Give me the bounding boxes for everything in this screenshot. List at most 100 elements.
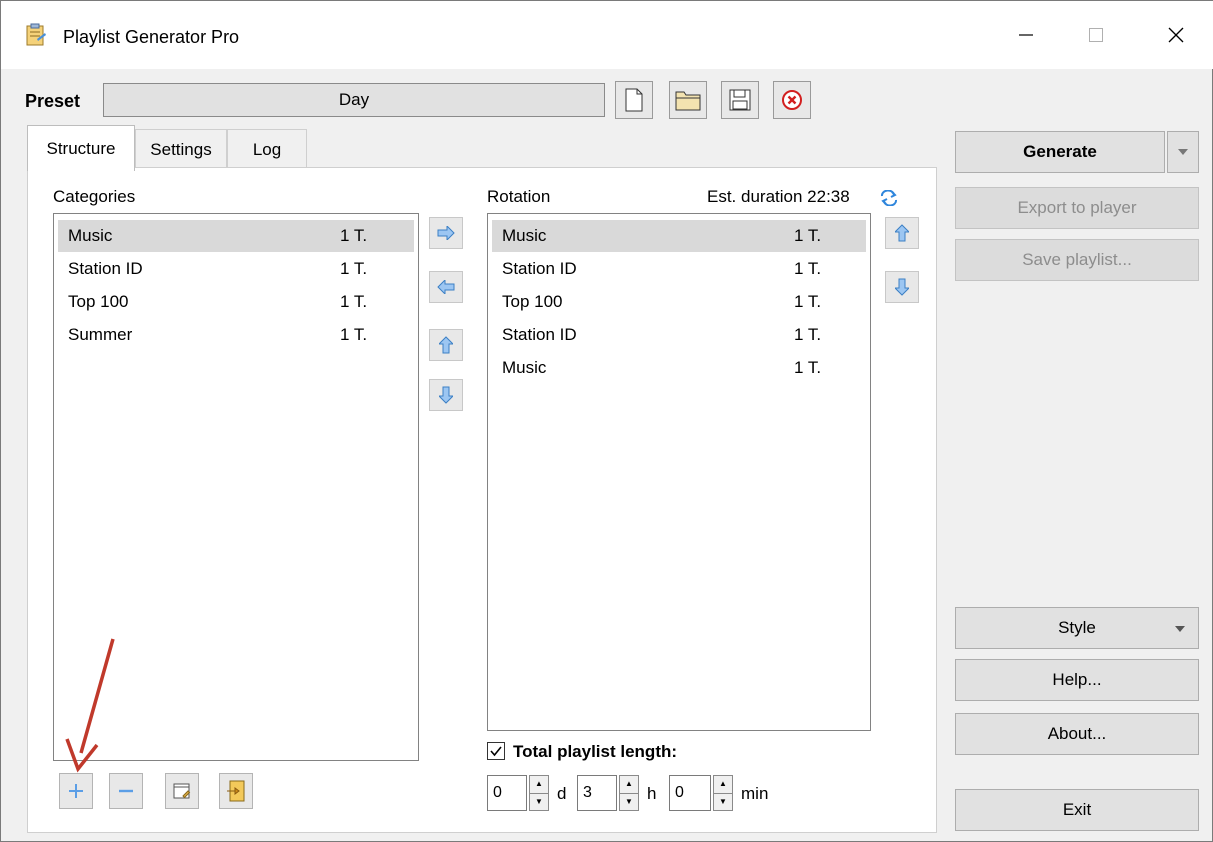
hours-value: 3 bbox=[583, 784, 592, 801]
remove-category-button[interactable] bbox=[109, 773, 143, 809]
item-name: Music bbox=[502, 226, 547, 245]
days-spinner[interactable]: ▲ ▼ bbox=[529, 775, 549, 811]
plus-icon bbox=[69, 784, 83, 798]
days-unit: d bbox=[557, 784, 567, 803]
remove-from-rotation-button[interactable] bbox=[429, 271, 463, 303]
spin-up-icon[interactable]: ▲ bbox=[620, 776, 638, 794]
export-to-player-button[interactable]: Export to player bbox=[955, 187, 1199, 229]
arrow-left-icon bbox=[437, 280, 455, 294]
refresh-icon[interactable] bbox=[879, 189, 899, 211]
exit-label: Exit bbox=[1062, 800, 1092, 819]
help-button[interactable]: Help... bbox=[955, 659, 1199, 701]
list-item[interactable]: Station ID 1 T. bbox=[492, 319, 866, 351]
item-count: 1 T. bbox=[340, 292, 368, 311]
list-item[interactable]: Station ID 1 T. bbox=[492, 253, 866, 285]
list-item[interactable]: Top 100 1 T. bbox=[492, 286, 866, 318]
rotation-heading: Rotation bbox=[487, 187, 551, 206]
rotation-list[interactable]: Music 1 T. Station ID 1 T. Top 100 1 T. … bbox=[487, 213, 871, 731]
spin-down-icon[interactable]: ▼ bbox=[530, 794, 548, 811]
categories-heading: Categories bbox=[53, 187, 136, 206]
chevron-down-icon bbox=[1175, 626, 1185, 632]
arrow-down-icon bbox=[439, 386, 453, 404]
item-count: 1 T. bbox=[794, 292, 822, 311]
tab-log[interactable]: Log bbox=[227, 129, 307, 169]
save-playlist-button[interactable]: Save playlist... bbox=[955, 239, 1199, 281]
spin-down-icon[interactable]: ▼ bbox=[620, 794, 638, 811]
delete-preset-button[interactable] bbox=[773, 81, 811, 119]
minutes-input[interactable]: 0 bbox=[669, 775, 711, 811]
item-name: Top 100 bbox=[68, 292, 129, 311]
close-button[interactable] bbox=[1153, 15, 1199, 55]
export-label: Export to player bbox=[1017, 198, 1137, 217]
annotation-arrow-icon bbox=[59, 635, 119, 775]
tab-structure[interactable]: Structure bbox=[27, 125, 135, 171]
category-move-down-button[interactable] bbox=[429, 379, 463, 411]
item-count: 1 T. bbox=[794, 226, 822, 245]
item-count: 1 T. bbox=[794, 259, 822, 278]
generate-dropdown-button[interactable] bbox=[1167, 131, 1199, 173]
rotation-move-up-button[interactable] bbox=[885, 217, 919, 249]
item-count: 1 T. bbox=[794, 325, 822, 344]
days-value: 0 bbox=[493, 784, 502, 801]
est-duration: Est. duration 22:38 bbox=[707, 187, 850, 206]
help-label: Help... bbox=[1052, 670, 1102, 689]
minimize-button[interactable] bbox=[1003, 15, 1049, 55]
add-category-button[interactable] bbox=[59, 773, 93, 809]
total-length-checkbox[interactable] bbox=[487, 742, 505, 760]
generate-button[interactable]: Generate bbox=[955, 131, 1165, 173]
window-title: Playlist Generator Pro bbox=[63, 27, 240, 47]
hours-spinner[interactable]: ▲ ▼ bbox=[619, 775, 639, 811]
about-label: About... bbox=[1047, 724, 1107, 743]
item-name: Station ID bbox=[502, 259, 577, 278]
chevron-down-icon bbox=[1178, 149, 1188, 155]
item-count: 1 T. bbox=[794, 358, 822, 377]
list-item[interactable]: Music 1 T. bbox=[492, 220, 866, 252]
preset-field[interactable]: Day bbox=[103, 83, 605, 117]
generate-label: Generate bbox=[1023, 142, 1097, 161]
arrow-up-icon bbox=[895, 224, 909, 242]
category-move-up-button[interactable] bbox=[429, 329, 463, 361]
app-window: Playlist Generator Pro Preset Day Struct… bbox=[0, 0, 1213, 842]
style-dropdown[interactable]: Style bbox=[955, 607, 1199, 649]
minutes-unit: min bbox=[741, 784, 769, 803]
minus-icon bbox=[119, 789, 133, 793]
minutes-spinner[interactable]: ▲ ▼ bbox=[713, 775, 733, 811]
rotation-move-down-button[interactable] bbox=[885, 271, 919, 303]
edit-category-button[interactable] bbox=[165, 773, 199, 809]
spin-up-icon[interactable]: ▲ bbox=[530, 776, 548, 794]
save-preset-button[interactable] bbox=[721, 81, 759, 119]
hours-input[interactable]: 3 bbox=[577, 775, 617, 811]
save-icon bbox=[729, 89, 751, 111]
import-icon bbox=[227, 780, 245, 802]
add-to-rotation-button[interactable] bbox=[429, 217, 463, 249]
new-preset-button[interactable] bbox=[615, 81, 653, 119]
arrow-down-icon bbox=[895, 278, 909, 296]
days-input[interactable]: 0 bbox=[487, 775, 527, 811]
tab-settings[interactable]: Settings bbox=[135, 129, 227, 169]
total-length-label: Total playlist length: bbox=[513, 742, 678, 761]
item-name: Station ID bbox=[502, 325, 577, 344]
hours-unit: h bbox=[647, 784, 657, 803]
list-item[interactable]: Station ID 1 T. bbox=[58, 253, 414, 285]
open-preset-button[interactable] bbox=[669, 81, 707, 119]
new-file-icon bbox=[625, 88, 643, 112]
item-name: Summer bbox=[68, 325, 133, 344]
exit-button[interactable]: Exit bbox=[955, 789, 1199, 831]
spin-down-icon[interactable]: ▼ bbox=[714, 794, 732, 811]
list-item[interactable]: Music 1 T. bbox=[492, 352, 866, 384]
minutes-value: 0 bbox=[675, 784, 684, 801]
edit-icon bbox=[173, 783, 191, 799]
about-button[interactable]: About... bbox=[955, 713, 1199, 755]
list-item[interactable]: Music 1 T. bbox=[58, 220, 414, 252]
list-item[interactable]: Top 100 1 T. bbox=[58, 286, 414, 318]
item-count: 1 T. bbox=[340, 226, 368, 245]
preset-value: Day bbox=[338, 90, 370, 109]
list-item[interactable]: Summer 1 T. bbox=[58, 319, 414, 351]
import-category-button[interactable] bbox=[219, 773, 253, 809]
item-name: Top 100 bbox=[502, 292, 563, 311]
arrow-right-icon bbox=[437, 226, 455, 240]
maximize-button[interactable] bbox=[1073, 15, 1119, 55]
arrow-up-icon bbox=[439, 336, 453, 354]
item-count: 1 T. bbox=[340, 259, 368, 278]
spin-up-icon[interactable]: ▲ bbox=[714, 776, 732, 794]
